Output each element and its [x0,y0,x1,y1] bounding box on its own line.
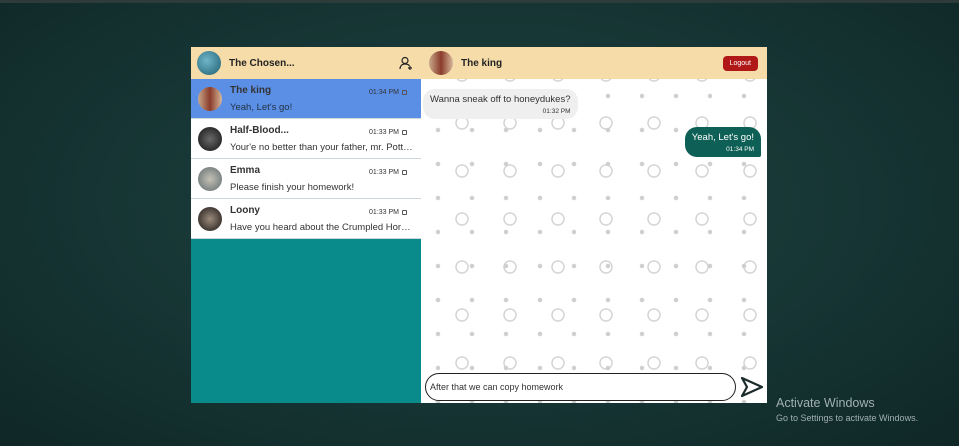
delete-icon[interactable] [402,170,407,175]
watermark-title: Activate Windows [776,396,875,410]
chat-item-half-blood[interactable]: Half-Blood... Your'e no better than your … [191,119,421,159]
message-input[interactable] [425,373,736,401]
message-time: 01:32 PM [542,108,571,115]
message-text: Wanna sneak off to honeydukes? [430,94,571,105]
message-list: Wanna sneak off to honeydukes? 01:32 PM Y… [421,79,767,403]
chat-last-message: Have you heard about the Crumpled Horn S… [230,221,413,233]
message-outgoing: Yeah, Let's go! 01:34 PM [684,127,761,157]
conversation-panel: The king Logout Wanna sneak off to honey… [421,47,767,403]
activate-windows-watermark: Activate Windows Go to Settings to activa… [776,396,918,423]
composer [425,372,767,402]
chat-item-emma[interactable]: Emma Please finish your homework! 01:33 P… [191,159,421,199]
chat-item-the-king[interactable]: The king Yeah, Let's go! 01:34 PM [191,79,421,119]
chat-last-message: Please finish your homework! [230,181,355,193]
chat-last-message: Yeah, Let's go! [230,101,293,113]
delete-icon[interactable] [402,90,407,95]
chat-time: 01:33 PM [369,209,399,216]
watermark-subtitle: Go to Settings to activate Windows. [776,413,919,423]
message-time: 01:34 PM [726,146,754,153]
add-contact-icon[interactable] [399,56,413,70]
top-border [0,0,959,3]
chat-time: 01:33 PM [369,129,399,136]
user-avatar[interactable] [197,51,221,75]
sidebar-header: The Chosen... [191,47,421,79]
message-incoming: Wanna sneak off to honeydukes? 01:32 PM [423,89,578,119]
contact-avatar [198,206,222,231]
user-name: The Chosen... [229,57,295,69]
conversation-header: The king Logout [421,47,767,79]
sidebar: The Chosen... The king Yeah, Let's go! 01… [191,47,421,403]
logout-button[interactable]: Logout [722,55,758,71]
conversation-name: The king [461,57,503,69]
delete-icon[interactable] [402,210,407,215]
contact-avatar [198,86,222,111]
chat-last-message: Your'e no better than your father, mr. P… [230,141,413,153]
contact-avatar [198,166,222,191]
chat-app: The Chosen... The king Yeah, Let's go! 01… [191,47,767,403]
message-text: Yeah, Let's go! [691,132,754,143]
contact-avatar [198,126,222,151]
send-icon[interactable] [740,376,764,398]
chat-time: 01:33 PM [369,169,399,176]
chat-time: 01:34 PM [369,89,399,96]
delete-icon[interactable] [402,130,407,135]
chat-item-loony[interactable]: Loony Have you heard about the Crumpled H… [191,199,421,239]
contact-avatar [429,51,453,75]
